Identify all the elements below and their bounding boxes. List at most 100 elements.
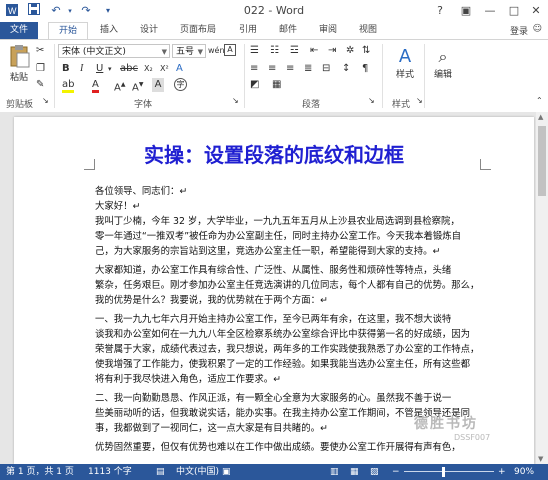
document-line: 将有利于我尽快进入角色，适应工作要求。↵ — [95, 374, 281, 385]
styles-launcher-icon[interactable]: ↘ — [416, 94, 423, 108]
document-line: 我的优势是什么？我要说，我的优势就在于两个方面：↵ — [95, 295, 328, 306]
restore-button[interactable]: □ — [504, 2, 524, 20]
chevron-down-icon[interactable]: ▾ — [108, 62, 112, 76]
document-page[interactable]: 实操：设置段落的底纹和边框 各位领导、同志们：↵ 大家好！↵ 我叫丁少楠，今年 … — [14, 117, 534, 464]
close-button[interactable]: ✕ — [526, 2, 546, 20]
page-count[interactable]: 第 1 页，共 1 页 — [6, 464, 74, 480]
editing-button[interactable]: ⌕ 编辑 — [430, 46, 456, 82]
font-name-dropdown[interactable]: 宋体 (中文正文) ▼ — [58, 44, 170, 58]
document-area: 实操：设置段落的底纹和边框 各位领导、同志们：↵ 大家好！↵ 我叫丁少楠，今年 … — [0, 112, 548, 464]
text-highlight-icon[interactable]: ab — [62, 78, 75, 93]
line-spacing-icon[interactable]: ↕ — [342, 62, 350, 76]
watermark-logo: 德胜书坊 — [414, 416, 478, 432]
shading-icon[interactable]: ◩ — [250, 78, 259, 92]
copy-icon[interactable]: ❐ — [36, 62, 45, 76]
bullets-icon[interactable]: ☰ — [250, 44, 259, 58]
tab-page-layout[interactable]: 页面布局 — [172, 22, 224, 39]
tab-design[interactable]: 设计 — [132, 22, 166, 39]
scroll-down-icon[interactable]: ▼ — [538, 455, 543, 463]
show-marks-icon[interactable]: ¶ — [362, 62, 368, 76]
word-count[interactable]: 1113 个字 — [88, 464, 132, 480]
document-line: 各位领导、同志们：↵ — [95, 186, 188, 197]
font-size-dropdown[interactable]: 五号 ▼ — [172, 44, 206, 58]
collapse-ribbon-icon[interactable]: ⌃ — [536, 94, 543, 108]
group-separator — [54, 44, 55, 108]
increase-indent-icon[interactable]: ⇥ — [328, 44, 336, 58]
read-mode-icon[interactable]: ▥ — [330, 464, 339, 480]
macro-icon[interactable]: ▣ — [222, 464, 231, 480]
document-line: 事，我都做到了一视同仁，这一点大家是有目共睹的。↵ — [95, 423, 328, 434]
styles-button[interactable]: A 样式 — [392, 46, 418, 82]
multilevel-list-icon[interactable]: ☲ — [290, 44, 299, 58]
print-layout-icon[interactable]: ▦ — [350, 464, 359, 480]
italic-button[interactable]: I — [80, 62, 83, 76]
paste-icon — [10, 45, 30, 68]
tab-references[interactable]: 引用 — [232, 22, 264, 39]
styles-icon: A — [398, 46, 412, 67]
chevron-down-icon: ▼ — [161, 48, 167, 56]
ribbon-display-options-button[interactable]: ▣ — [456, 2, 476, 20]
paste-label: 粘贴 — [9, 73, 28, 83]
font-size-value: 五号 — [176, 47, 195, 57]
strikethrough-button[interactable]: abc — [120, 62, 138, 76]
underline-button[interactable]: U — [96, 62, 103, 76]
scroll-up-icon[interactable]: ▲ — [538, 113, 543, 121]
clipboard-launcher-icon[interactable]: ↘ — [42, 94, 49, 108]
subscript-button[interactable]: X₂ — [144, 62, 153, 76]
font-launcher-icon[interactable]: ↘ — [232, 94, 239, 108]
zoom-out-icon[interactable]: − — [392, 464, 400, 480]
decrease-indent-icon[interactable]: ⇤ — [310, 44, 318, 58]
document-line: 我叫丁少楠，今年 32 岁，大学毕业，一九九五年五月从上沙县农业局选调到县检察院… — [95, 216, 460, 227]
minimize-button[interactable]: — — [480, 2, 500, 20]
paragraph-launcher-icon[interactable]: ↘ — [368, 94, 375, 108]
distributed-icon[interactable]: ⊟ — [322, 62, 330, 76]
help-button[interactable]: ? — [430, 2, 450, 20]
find-icon: ⌕ — [438, 47, 448, 66]
proofing-icon[interactable]: ▤ — [156, 464, 165, 480]
tab-file[interactable]: 文件 — [0, 22, 38, 39]
tab-mailings[interactable]: 邮件 — [272, 22, 304, 39]
char-shading-icon[interactable]: A — [152, 78, 164, 92]
bold-button[interactable]: B — [62, 62, 70, 76]
scrollbar-thumb[interactable] — [538, 126, 546, 196]
chinese-layout-icon[interactable]: ✲ — [346, 44, 354, 58]
borders-icon[interactable]: ▦ — [272, 78, 281, 92]
zoom-slider[interactable] — [404, 471, 494, 472]
styles-group-label: 样式 — [392, 100, 411, 110]
document-line: 大家好！↵ — [95, 201, 141, 212]
document-line: 零一年通过“一推双考”被任命为办公室副主任，同时主持办公室工作。今天我本着锻炼自 — [95, 231, 461, 242]
tab-review[interactable]: 审阅 — [312, 22, 344, 39]
document-line: 一、我一九九七年六月开始主持办公室工作，至今已两年有余，在这里，我不想大谈特 — [95, 314, 452, 325]
phonetic-guide-icon[interactable]: wén — [208, 44, 225, 58]
grow-font-icon[interactable]: A▲ — [114, 78, 125, 95]
web-layout-icon[interactable]: ▧ — [370, 464, 379, 480]
char-border-icon[interactable]: A — [224, 44, 236, 56]
vertical-scrollbar[interactable]: ▲ ▼ — [536, 112, 548, 464]
group-separator — [382, 44, 383, 108]
align-left-icon[interactable]: ≡ — [250, 62, 258, 76]
superscript-button[interactable]: X² — [160, 62, 169, 76]
shrink-font-icon[interactable]: A▼ — [132, 78, 143, 95]
account-icon[interactable]: ☺ — [533, 24, 542, 34]
text-effects-icon[interactable]: A — [176, 62, 183, 76]
font-color-icon[interactable]: A — [92, 78, 99, 93]
sort-icon[interactable]: ⇅ — [362, 44, 370, 58]
justify-icon[interactable]: ≣ — [304, 62, 312, 76]
tab-insert[interactable]: 插入 — [92, 22, 126, 39]
font-group-label: 字体 — [134, 100, 153, 110]
zoom-level[interactable]: 90% — [514, 464, 534, 480]
tab-home[interactable]: 开始 — [48, 22, 88, 40]
align-right-icon[interactable]: ≡ — [286, 62, 294, 76]
align-center-icon[interactable]: ≡ — [268, 62, 276, 76]
format-painter-icon[interactable]: ✎ — [36, 78, 44, 92]
cut-icon[interactable]: ✂ — [36, 44, 44, 58]
paste-button[interactable]: 粘贴 — [6, 44, 32, 84]
enclose-char-icon[interactable]: 字 — [174, 78, 187, 91]
login-link[interactable]: 登录 — [510, 24, 528, 37]
chevron-down-icon: ▼ — [197, 48, 203, 56]
numbering-icon[interactable]: ☷ — [270, 44, 279, 58]
language-status[interactable]: 中文(中国) — [176, 464, 219, 480]
tab-view[interactable]: 视图 — [352, 22, 384, 39]
zoom-slider-thumb[interactable] — [442, 467, 445, 477]
zoom-in-icon[interactable]: + — [498, 464, 506, 480]
